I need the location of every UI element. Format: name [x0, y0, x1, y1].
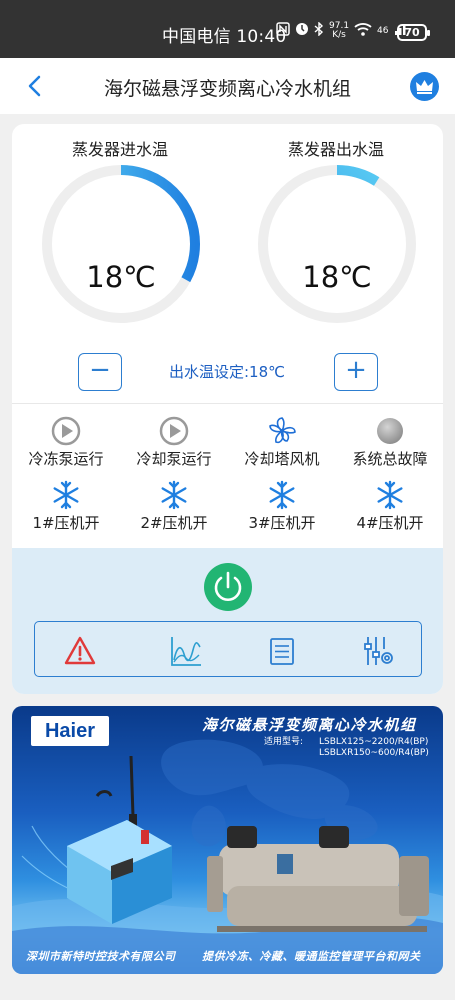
control-panel	[12, 548, 443, 694]
battery-indicator: 70	[397, 24, 430, 41]
status-item-chilled-pump: 冷冻泵运行	[12, 416, 120, 469]
status-bar: 中国电信 10:40 97.1 K/s 46 70	[0, 0, 455, 58]
status-label: 冷却泵运行	[136, 450, 212, 468]
gauge-label-outlet: 蒸发器出水温	[287, 140, 384, 159]
status-item-compressor-2: 2#压机开	[120, 480, 228, 533]
banner-footer-company: 深圳市新特时控技术有限公司	[26, 950, 176, 963]
list-icon	[270, 638, 294, 665]
power-button[interactable]	[204, 563, 252, 611]
status-item-cooling-pump: 冷却泵运行	[120, 416, 228, 469]
promo-banner[interactable]: Haier 海尔磁悬浮变频离心冷水机组 适用型号: LSBLX125~2200/…	[12, 706, 443, 974]
alarm-button[interactable]	[63, 634, 97, 668]
tool-bar	[34, 621, 422, 677]
chart-icon	[171, 637, 201, 666]
status-item-compressor-3: 3#压机开	[228, 480, 336, 533]
status-label: 2#压机开	[140, 514, 208, 532]
increase-setpoint-button[interactable]: +	[334, 353, 378, 391]
settings-button[interactable]	[361, 634, 395, 668]
status-label: 3#压机开	[248, 514, 316, 532]
snowflake-icon	[159, 480, 189, 510]
page-title: 海尔磁悬浮变频离心冷水机组	[103, 78, 351, 100]
crown-icon	[416, 80, 433, 94]
status-label: 系统总故障	[352, 450, 428, 468]
divider	[12, 403, 443, 404]
signal-label: 46	[377, 25, 389, 36]
status-dot-icon	[375, 416, 405, 446]
status-label: 冷却塔风机	[244, 450, 320, 468]
setpoint-text: 出水温设定:18℃	[169, 363, 285, 381]
trend-chart-button[interactable]	[169, 634, 203, 668]
main-card: 蒸发器进水温 蒸发器出水温 18℃ 18℃ − 出水温设定:18℃ + 冷冻泵运…	[12, 124, 443, 694]
snowflake-icon	[375, 480, 405, 510]
gateway-device-image	[67, 755, 207, 926]
inlet-temp-value: 18℃	[86, 260, 156, 294]
network-speed: 97.1 K/s	[329, 21, 350, 40]
outlet-temp-gauge: 18℃	[255, 162, 419, 326]
nfc-icon	[276, 22, 290, 40]
warning-icon	[64, 636, 96, 665]
status-label: 冷冻泵运行	[28, 450, 104, 468]
bluetooth-icon	[314, 21, 324, 40]
haier-logo: Haier	[31, 716, 109, 746]
status-item-tower-fan: 冷却塔风机	[228, 416, 336, 469]
snowflake-icon	[51, 480, 81, 510]
status-icons: 97.1 K/s 46	[276, 21, 408, 40]
play-circle-icon	[51, 416, 81, 446]
banner-footer-slogan: 提供冷冻、冷藏、暖通监控管理平台和网关	[202, 950, 421, 963]
model-label: 适用型号:	[264, 737, 304, 747]
wifi-icon	[354, 22, 372, 40]
status-item-compressor-4: 4#压机开	[336, 480, 443, 533]
alarm-icon	[295, 22, 309, 40]
power-icon	[214, 571, 242, 601]
gauge-label-inlet: 蒸发器进水温	[71, 140, 168, 159]
fan-icon	[267, 416, 297, 446]
records-list-button[interactable]	[265, 634, 299, 668]
status-item-system-fault: 系统总故障	[336, 416, 443, 469]
chiller-unit-image	[207, 816, 439, 936]
snowflake-icon	[267, 480, 297, 510]
status-item-compressor-1: 1#压机开	[12, 480, 120, 533]
app-header: 海尔磁悬浮变频离心冷水机组	[0, 58, 455, 114]
decrease-setpoint-button[interactable]: −	[78, 353, 122, 391]
inlet-temp-gauge: 18℃	[39, 162, 203, 326]
settings-sliders-icon	[364, 637, 393, 665]
banner-title: 海尔磁悬浮变频离心冷水机组	[202, 716, 417, 734]
outlet-temp-value: 18℃	[302, 260, 372, 294]
play-circle-icon	[159, 416, 189, 446]
model-2: LSBLXR150~600/R4(BP)	[319, 748, 429, 758]
carrier-time: 中国电信 10:40	[162, 27, 287, 47]
status-label: 1#压机开	[32, 514, 100, 532]
status-label: 4#压机开	[356, 514, 424, 532]
crown-button[interactable]	[410, 72, 439, 101]
